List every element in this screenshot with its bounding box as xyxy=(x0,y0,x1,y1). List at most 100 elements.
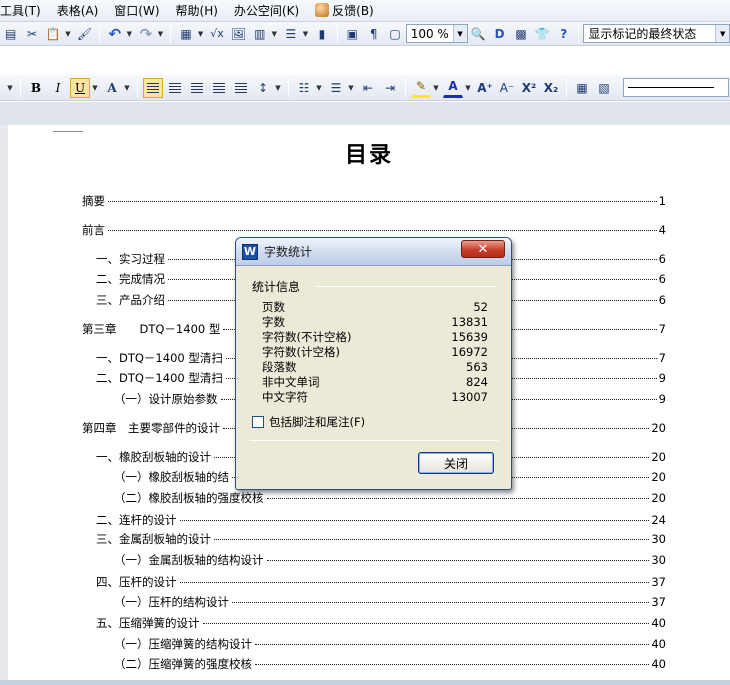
distributed-align-icon[interactable] xyxy=(231,78,251,98)
chart-icon[interactable]: ▮ xyxy=(312,24,331,44)
close-button[interactable]: 关闭 xyxy=(418,452,494,474)
menu-tools[interactable]: 工具(T) xyxy=(0,2,51,19)
align-left-icon[interactable] xyxy=(143,77,163,98)
toc-page-number: 20 xyxy=(651,450,666,464)
document-map-icon[interactable]: ▣ xyxy=(343,24,362,44)
toc-entry[interactable]: （二）橡胶刮板轴的强度校核 20 xyxy=(114,490,666,506)
format-painter-icon[interactable]: 🖌 xyxy=(75,24,94,44)
superscript-icon[interactable]: X² xyxy=(519,78,539,98)
toc-leader-dots xyxy=(202,623,650,624)
toc-entry[interactable]: （二）压缩弹簧的强度校核 40 xyxy=(114,656,666,672)
underline-dropdown[interactable]: ▼ xyxy=(91,84,99,92)
toc-entry[interactable]: 五、压缩弹簧的设计 40 xyxy=(96,615,666,631)
chevron-down-icon[interactable]: ▼ xyxy=(715,25,730,42)
line-spacing-dropdown[interactable]: ▼ xyxy=(274,84,282,92)
word-count-icon[interactable]: D xyxy=(490,24,509,44)
align-right-icon[interactable] xyxy=(187,78,207,98)
shading-icon[interactable]: ▧ xyxy=(594,78,614,98)
columns-icon[interactable]: ☰ xyxy=(281,24,300,44)
toc-entry[interactable]: 二、连杆的设计 24 xyxy=(96,512,666,528)
toc-entry[interactable]: 四、压杆的设计 37 xyxy=(96,574,666,590)
underline-icon[interactable]: U xyxy=(70,77,90,98)
toolbar-separator xyxy=(99,24,101,43)
toc-entry[interactable]: 前言 4 xyxy=(82,222,666,238)
font-size-dropdown[interactable]: ▼ xyxy=(6,84,14,92)
redo-icon[interactable]: ↷ xyxy=(136,24,155,44)
markup-display-select[interactable]: 显示标记的最终状态 ▼ xyxy=(583,24,730,43)
toc-entry-label: 三、产品介绍 xyxy=(96,293,165,307)
border-style-select[interactable] xyxy=(623,78,729,97)
formatting-toolbar: ▼ B I U ▼ A ▼ ↕ ▼ ☷ ▼ ☰ ▼ ⇤ ⇥ ✎ ▼ A ▼ A⁺ A⁻ X² … xyxy=(0,75,730,101)
justify-icon[interactable] xyxy=(209,78,229,98)
toc-entry[interactable]: （一）压杆的结构设计 37 xyxy=(114,594,666,610)
standard-toolbar: ▤ ✂ 📋 ▼ 🖌 ↶ ▼ ↷ ▼ ▦ ▼ √x 🖼 ▥ ▼ ☰ ▼ ▮ ▣ ¶ ▢ 100… xyxy=(0,22,730,46)
toc-entry-label: （一）设计原始参数 xyxy=(114,392,218,406)
stat-value: 563 xyxy=(466,360,488,374)
menu-window[interactable]: 窗口(W) xyxy=(114,2,169,19)
print-preview-icon[interactable]: ▤ xyxy=(1,24,20,44)
borders-icon[interactable]: ▦ xyxy=(572,78,592,98)
bold-icon[interactable]: B xyxy=(26,78,46,98)
dialog-titlebar[interactable]: W 字数统计 ✕ xyxy=(236,238,511,266)
bulleted-list-icon[interactable]: ☰ xyxy=(326,78,346,98)
paste-dropdown[interactable]: ▼ xyxy=(64,30,72,38)
subscript-icon[interactable]: X₂ xyxy=(541,78,561,98)
insert-table-dropdown[interactable]: ▼ xyxy=(270,30,278,38)
find-icon[interactable]: 🔍 xyxy=(469,24,488,44)
highlight-icon[interactable]: ✎ xyxy=(411,78,431,98)
italic-icon[interactable]: I xyxy=(48,78,68,98)
bulleted-list-dropdown[interactable]: ▼ xyxy=(347,84,355,92)
highlight-dropdown[interactable]: ▼ xyxy=(432,84,440,92)
toc-entry[interactable]: （一）压缩弹簧的结构设计 40 xyxy=(114,636,666,652)
align-center-icon[interactable] xyxy=(165,78,185,98)
menu-help[interactable]: 帮助(H) xyxy=(176,2,228,19)
toc-leader-dots xyxy=(179,520,650,521)
increase-indent-icon[interactable]: ⇥ xyxy=(380,78,400,98)
checkbox-box[interactable] xyxy=(252,416,264,428)
toolbar-separator xyxy=(137,78,138,97)
skin-icon[interactable]: 👕 xyxy=(533,24,552,44)
line-spacing-icon[interactable]: ↕ xyxy=(253,78,273,98)
paste-icon[interactable]: 📋 xyxy=(44,24,63,44)
toc-entry[interactable]: 三、金属刮板轴的设计 30 xyxy=(96,531,666,547)
menu-feedback[interactable]: 反馈(B) xyxy=(315,2,384,19)
menu-table[interactable]: 表格(A) xyxy=(57,2,109,19)
table-dropdown[interactable]: ▼ xyxy=(197,30,205,38)
toc-entry-label: 二、连杆的设计 xyxy=(96,513,177,527)
redo-dropdown[interactable]: ▼ xyxy=(157,30,165,38)
toc-entry[interactable]: （一）金属刮板轴的结构设计 30 xyxy=(114,552,666,568)
feedback-icon xyxy=(315,3,330,17)
cut-icon[interactable]: ✂ xyxy=(22,24,41,44)
numbered-list-icon[interactable]: ☷ xyxy=(294,78,314,98)
shrink-font-icon[interactable]: A⁻ xyxy=(497,78,517,98)
toc-page-number: 9 xyxy=(658,392,666,406)
include-footnotes-checkbox[interactable]: 包括脚注和尾注(F) xyxy=(252,414,365,430)
outline-icon[interactable]: ▢ xyxy=(385,24,404,44)
undo-dropdown[interactable]: ▼ xyxy=(126,30,134,38)
picture-icon[interactable]: 🖼 xyxy=(229,24,248,44)
char-shading-dropdown[interactable]: ▼ xyxy=(123,84,131,92)
close-icon[interactable]: ✕ xyxy=(461,240,505,258)
undo-icon[interactable]: ↶ xyxy=(105,24,124,44)
toc-page-number: 40 xyxy=(651,616,666,630)
menu-office-space[interactable]: 办公空间(K) xyxy=(234,2,309,19)
grow-font-icon[interactable]: A⁺ xyxy=(475,78,495,98)
insert-table-icon[interactable]: ▥ xyxy=(250,24,269,44)
columns-dropdown[interactable]: ▼ xyxy=(302,30,310,38)
numbered-list-dropdown[interactable]: ▼ xyxy=(315,84,323,92)
char-shading-icon[interactable]: A xyxy=(102,78,122,98)
chevron-down-icon[interactable]: ▼ xyxy=(452,25,467,42)
table-icon[interactable]: ▦ xyxy=(176,24,195,44)
toc-entry[interactable]: 摘要 1 xyxy=(82,193,666,209)
help-icon[interactable]: ? xyxy=(554,24,573,44)
font-color-dropdown[interactable]: ▼ xyxy=(464,84,472,92)
font-color-icon[interactable]: A xyxy=(443,78,463,98)
zoom-select[interactable]: 100 % ▼ xyxy=(405,24,468,43)
toc-leader-dots xyxy=(214,539,650,540)
decrease-indent-icon[interactable]: ⇤ xyxy=(358,78,378,98)
stat-row: 字数 13831 xyxy=(262,315,488,329)
resource-icon[interactable]: ▩ xyxy=(511,24,530,44)
toc-entry-label: 一、实习过程 xyxy=(96,252,165,266)
show-hide-marks-icon[interactable]: ¶ xyxy=(364,24,383,44)
formula-icon[interactable]: √x xyxy=(207,24,226,44)
